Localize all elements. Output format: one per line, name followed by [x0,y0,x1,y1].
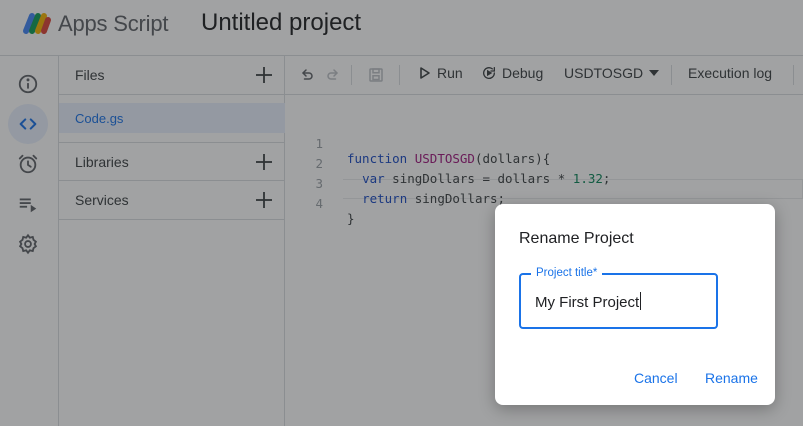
project-title-input-value: My First Project [535,294,640,311]
project-title-field-label: Project title* [531,266,603,280]
cancel-button[interactable]: Cancel [634,370,678,386]
rename-button[interactable]: Rename [705,370,758,386]
rename-project-dialog: Rename Project Project title* My First P… [495,204,775,405]
dialog-title: Rename Project [519,230,634,247]
project-title-input[interactable]: My First Project [535,292,705,311]
text-caret [640,292,642,310]
project-title-field[interactable]: Project title* My First Project [519,266,718,329]
